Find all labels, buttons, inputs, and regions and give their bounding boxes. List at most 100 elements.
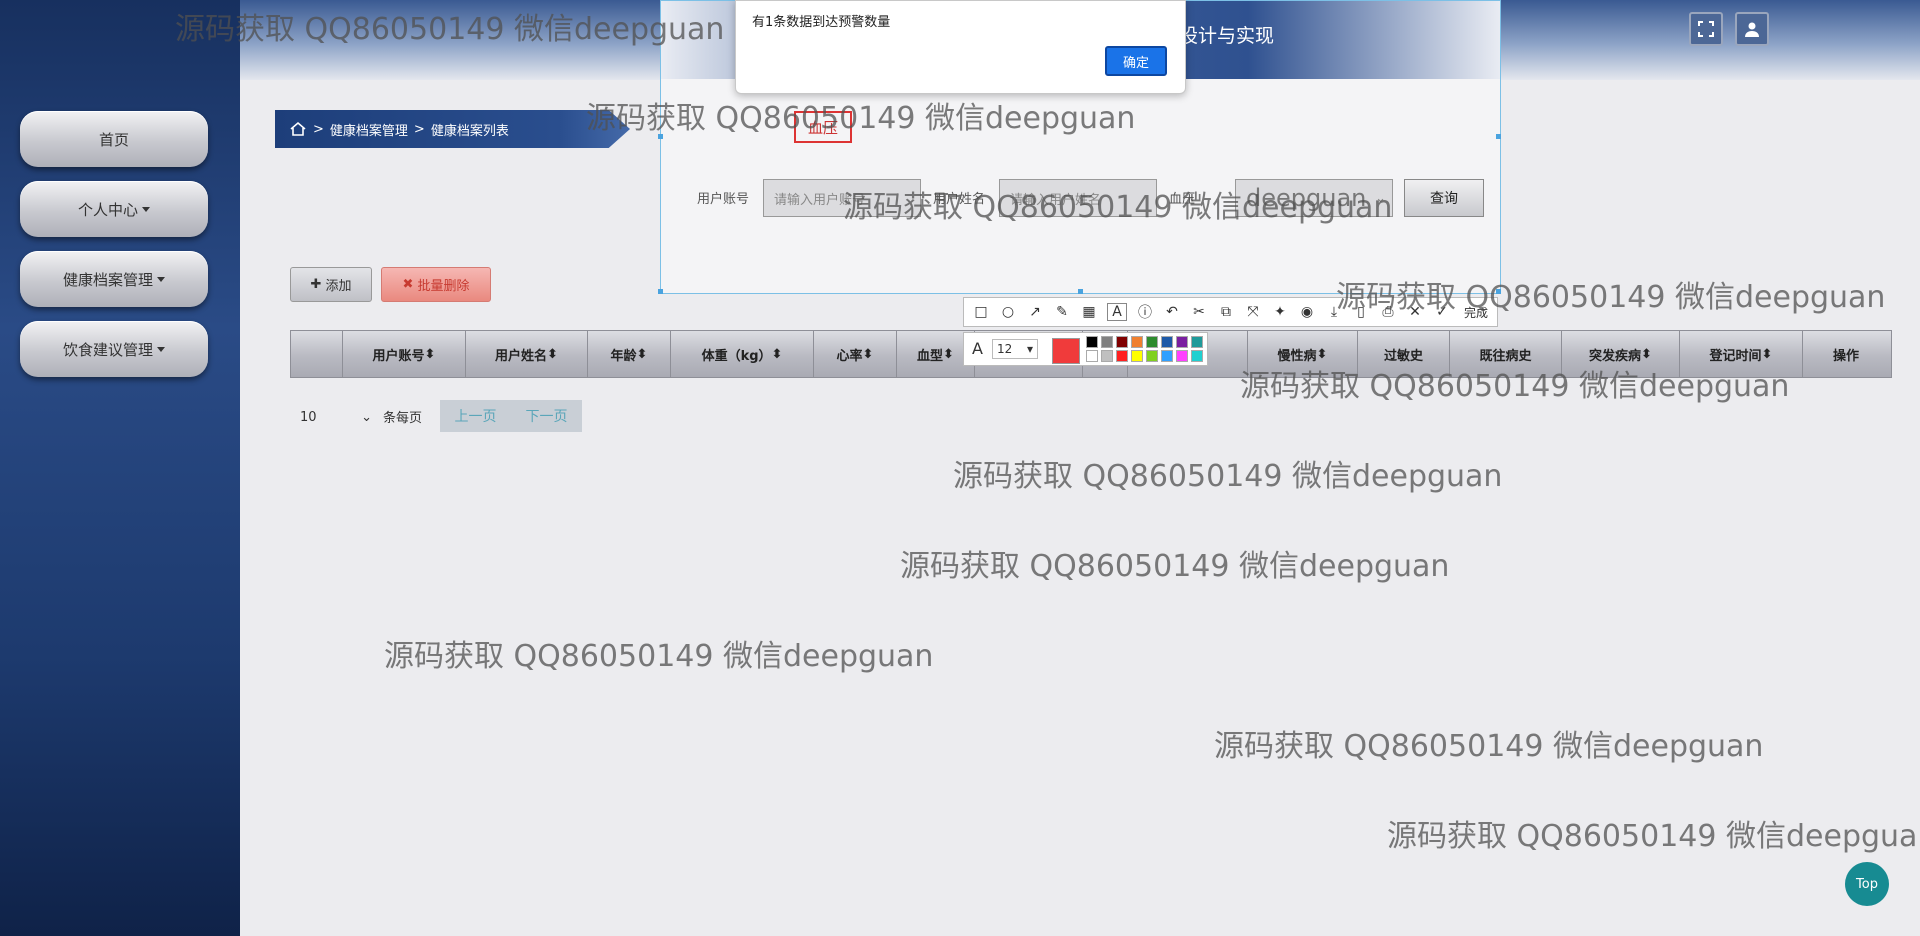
sidebar: 首页 个人中心 健康档案管理 饮食建议管理 — [0, 0, 240, 936]
sort-icon: ⬍ — [1641, 346, 1652, 362]
sort-icon: ⬍ — [862, 346, 874, 362]
caret-down-icon — [157, 346, 165, 352]
font-size-select[interactable]: 12 ▾ — [992, 339, 1038, 359]
copy-icon[interactable]: ⧉ — [1217, 304, 1235, 320]
color-swatch[interactable] — [1131, 336, 1143, 348]
breadcrumb: > 健康档案管理 > 健康档案列表 — [275, 110, 630, 148]
home-icon[interactable] — [289, 121, 307, 137]
watermark: 源码获取 QQ86050149 微信deepguan — [1240, 369, 1790, 404]
chevron-down-icon: ⌄ — [361, 409, 372, 425]
next-page-button[interactable]: 下一页 — [526, 406, 568, 426]
sidebar-item-personal-center[interactable]: 个人中心 — [20, 181, 208, 237]
sidebar-item-label: 首页 — [98, 130, 129, 149]
selection-handle[interactable] — [1496, 134, 1501, 139]
color-swatch[interactable] — [1131, 350, 1143, 362]
query-button[interactable]: 查询 — [1404, 179, 1484, 217]
color-swatch[interactable] — [1191, 336, 1203, 348]
color-swatch[interactable] — [1191, 350, 1203, 362]
record-icon[interactable]: ◉ — [1298, 304, 1316, 320]
color-swatch[interactable] — [1116, 336, 1128, 348]
sort-icon: ⬍ — [943, 346, 954, 362]
color-swatch[interactable] — [1176, 336, 1188, 348]
arrow-tool-icon[interactable]: ↗ — [1026, 304, 1044, 320]
selection-handle[interactable] — [658, 289, 663, 294]
alert-message: 有1条数据到达预警数量 — [752, 15, 891, 30]
table-header-checkbox[interactable] — [291, 331, 343, 377]
caret-down-icon — [157, 276, 165, 282]
watermark: 源码获取 QQ86050149 微信deepguan — [900, 549, 1450, 584]
sidebar-item-diet-advice[interactable]: 饮食建议管理 — [20, 321, 208, 377]
table-header-cell[interactable]: 用户姓名 ⬍ — [466, 331, 588, 377]
add-button-label: 添加 — [325, 279, 352, 294]
alert-ok-button[interactable]: 确定 — [1105, 46, 1167, 76]
watermark: 源码获取 QQ86050149 微信deepguan — [1214, 729, 1764, 764]
back-to-top-button[interactable]: Top — [1845, 862, 1889, 906]
per-page-label: 条每页 — [383, 411, 423, 426]
plus-icon: ✚ — [310, 277, 322, 292]
batch-delete-button[interactable]: ✖ 批量删除 — [381, 267, 491, 302]
sidebar-item-label: 健康档案管理 — [62, 270, 153, 289]
color-swatch[interactable] — [1176, 350, 1188, 362]
color-swatch[interactable] — [1116, 350, 1128, 362]
expand-icon[interactable]: ⤧ — [1244, 304, 1262, 320]
pager: 上一页 下一页 — [440, 400, 582, 432]
breadcrumb-level2: 健康档案列表 — [430, 123, 509, 139]
number-tool-icon[interactable]: ⓘ — [1136, 302, 1154, 322]
sort-icon: ⬍ — [547, 346, 558, 362]
pen-tool-icon[interactable]: ✎ — [1053, 304, 1071, 320]
sidebar-item-home[interactable]: 首页 — [20, 111, 208, 167]
color-swatch[interactable] — [1146, 350, 1158, 362]
snip-style-bar: A 12 ▾ — [963, 332, 1208, 366]
fullscreen-icon[interactable] — [1689, 12, 1723, 46]
cut-icon[interactable]: ✂ — [1190, 304, 1208, 320]
prev-page-button[interactable]: 上一页 — [455, 406, 497, 426]
color-swatch[interactable] — [1101, 350, 1113, 362]
batch-delete-label: 批量删除 — [417, 279, 470, 294]
table-header-cell[interactable]: 心率 ⬍ — [814, 331, 897, 377]
sort-icon: ⬍ — [1761, 346, 1773, 362]
table-header-cell[interactable]: 体重（kg） ⬍ — [671, 331, 814, 377]
watermark: 源码获取 QQ86050149 微信deepguan — [1387, 819, 1920, 854]
table-header-cell[interactable]: 用户账号 ⬍ — [343, 331, 466, 377]
alert-dialog: 有1条数据到达预警数量 确定 — [735, 0, 1186, 94]
undo-icon[interactable]: ↶ — [1163, 304, 1181, 320]
color-swatch[interactable] — [1146, 336, 1158, 348]
color-swatch[interactable] — [1161, 350, 1173, 362]
pin-icon[interactable]: ✦ — [1271, 304, 1289, 320]
current-color-swatch[interactable] — [1052, 338, 1080, 364]
watermark: 源码获取 QQ86050149 微信deepguan — [384, 639, 934, 674]
color-swatch[interactable] — [1086, 350, 1098, 362]
color-swatch[interactable] — [1161, 336, 1173, 348]
page-size-select[interactable]: 10 ⌄ — [300, 405, 372, 429]
watermark: 源码获取 QQ86050149 微信deepguan — [586, 101, 1136, 136]
modal-title: 设计与实现 — [1179, 25, 1275, 47]
sidebar-item-label: 个人中心 — [77, 200, 138, 219]
add-button[interactable]: ✚ 添加 — [290, 267, 372, 302]
chevron-down-icon: ▾ — [1026, 342, 1033, 356]
breadcrumb-separator: > — [313, 121, 324, 137]
sort-icon: ⬍ — [636, 346, 648, 362]
watermark: 源码获取 QQ86050149 微信deepguan — [175, 12, 725, 47]
sort-icon: ⬍ — [424, 346, 436, 362]
table-header-cell[interactable]: 年龄 ⬍ — [588, 331, 671, 377]
rectangle-tool-icon[interactable]: □ — [972, 304, 990, 320]
font-icon: A — [972, 339, 983, 358]
user-icon[interactable] — [1735, 12, 1769, 46]
sort-icon: ⬍ — [1316, 346, 1328, 362]
breadcrumb-level1[interactable]: 健康档案管理 — [330, 120, 408, 139]
color-swatch[interactable] — [1086, 336, 1098, 348]
text-tool-icon[interactable]: A — [1107, 303, 1127, 321]
mosaic-tool-icon[interactable]: ▦ — [1080, 304, 1098, 320]
watermark: 源码获取 QQ86050149 微信deepguan — [1336, 280, 1886, 315]
watermark: 源码获取 QQ86050149 微信deepguan — [843, 190, 1393, 225]
selection-handle[interactable] — [1078, 289, 1083, 294]
sidebar-item-health-record[interactable]: 健康档案管理 — [20, 251, 208, 307]
ellipse-tool-icon[interactable]: ○ — [999, 304, 1017, 320]
breadcrumb-separator: > — [413, 121, 425, 137]
x-icon: ✖ — [402, 277, 414, 292]
sort-icon: ⬍ — [771, 346, 783, 362]
sidebar-item-label: 饮食建议管理 — [62, 340, 153, 359]
watermark: 源码获取 QQ86050149 微信deepguan — [953, 459, 1503, 494]
color-swatch[interactable] — [1101, 336, 1113, 348]
caret-down-icon — [142, 206, 150, 212]
